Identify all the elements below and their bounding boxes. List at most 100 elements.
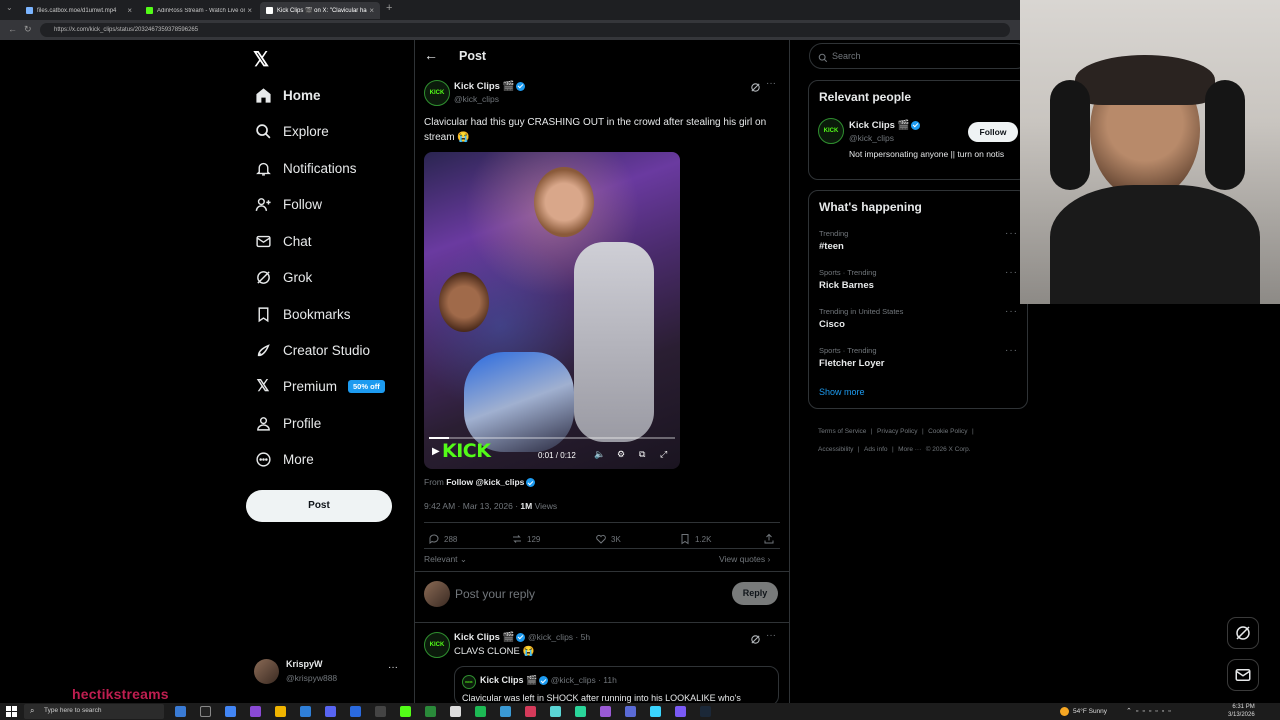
- person-handle[interactable]: @kick_clips: [849, 133, 894, 143]
- author-handle[interactable]: @kick_clips: [454, 94, 499, 104]
- bookmark-action[interactable]: 1.2K: [679, 533, 711, 545]
- play-icon[interactable]: ▶: [432, 446, 440, 457]
- trend-item[interactable]: Trending #teen: [819, 229, 1019, 252]
- author-avatar[interactable]: KICK: [424, 632, 450, 658]
- task-view-icon[interactable]: [175, 706, 186, 717]
- sidebar-item-profile[interactable]: Profile: [254, 408, 321, 438]
- app-icon[interactable]: [425, 706, 436, 717]
- footer-link[interactable]: Ads info: [864, 446, 888, 453]
- reload-icon[interactable]: ↻: [24, 24, 32, 35]
- chrome-icon[interactable]: [225, 706, 236, 717]
- grok-icon[interactable]: [750, 80, 762, 92]
- app-icon[interactable]: [600, 706, 611, 717]
- trend-more-icon[interactable]: ···: [1005, 267, 1018, 278]
- quoted-post[interactable]: KICK Kick Clips 🎬 @kick_clips · 11h Clav…: [454, 666, 779, 706]
- footer-link[interactable]: Privacy Policy: [877, 428, 917, 435]
- video-progress-track[interactable]: [429, 437, 675, 439]
- close-tab-icon[interactable]: ×: [127, 6, 132, 15]
- app-icon[interactable]: [200, 706, 211, 717]
- repost-action[interactable]: 129: [511, 533, 540, 545]
- grok-icon[interactable]: [750, 632, 762, 644]
- taskbar-search[interactable]: ⌕ Type here to search: [24, 704, 164, 719]
- app-icon[interactable]: [650, 706, 661, 717]
- reply-action[interactable]: 288: [428, 533, 457, 545]
- sort-replies-dropdown[interactable]: Relevant ⌄: [424, 554, 467, 565]
- sidebar-item-explore[interactable]: Explore: [254, 116, 329, 146]
- browser-tab-1[interactable]: files.catbox.moe/d1umwt.mp4 ×: [20, 2, 138, 19]
- footer-link[interactable]: Accessibility: [818, 446, 853, 453]
- sidebar-item-premium[interactable]: 𝕏 Premium 50% off: [254, 371, 385, 401]
- footer-link[interactable]: More ···: [898, 446, 921, 453]
- follow-button[interactable]: Follow: [968, 122, 1018, 142]
- sidebar-item-follow[interactable]: Follow: [254, 189, 322, 219]
- show-more-link[interactable]: Show more: [819, 387, 865, 397]
- reply-button[interactable]: Reply: [732, 582, 778, 605]
- footer-link[interactable]: Cookie Policy: [928, 428, 967, 435]
- sidebar-item-more[interactable]: More: [254, 444, 314, 474]
- trend-item[interactable]: Sports · Trending Rick Barnes: [819, 268, 1019, 291]
- system-tray-icons[interactable]: ⌃▫▫▫▫▫▫: [1126, 707, 1175, 715]
- trend-item[interactable]: Sports · Trending Fletcher Loyer: [819, 346, 1019, 369]
- like-action[interactable]: 3K: [595, 533, 621, 545]
- spotify-icon[interactable]: [475, 706, 486, 717]
- app-icon[interactable]: [575, 706, 586, 717]
- author-avatar[interactable]: KICK: [424, 80, 450, 106]
- close-tab-icon[interactable]: ×: [369, 6, 374, 15]
- back-arrow-icon[interactable]: ←: [424, 47, 438, 63]
- discord-icon[interactable]: [325, 706, 336, 717]
- browser-tab-2[interactable]: AdinRoss Stream - Watch Live on Kick ×: [140, 2, 258, 19]
- picture-in-picture-icon[interactable]: ⧉: [639, 449, 645, 460]
- trend-more-icon[interactable]: ···: [1005, 228, 1018, 239]
- author-name[interactable]: Kick Clips 🎬: [454, 632, 514, 643]
- fullscreen-icon[interactable]: ⤢: [660, 449, 667, 460]
- search-input[interactable]: Search: [809, 43, 1029, 69]
- post-more-icon[interactable]: ···: [766, 78, 776, 89]
- windows-start-icon[interactable]: [6, 706, 17, 717]
- post-timestamp[interactable]: 9:42 AM · Mar 13, 2026 ·: [424, 501, 520, 511]
- person-avatar[interactable]: KICK: [818, 118, 844, 144]
- app-icon[interactable]: [625, 706, 636, 717]
- app-icon[interactable]: [675, 706, 686, 717]
- url-field[interactable]: https://x.com/kick_clips/status/20324673…: [40, 23, 1010, 37]
- trend-item[interactable]: Trending in United States Cisco: [819, 307, 1019, 330]
- grok-floating-button[interactable]: [1227, 617, 1259, 649]
- kick-icon[interactable]: [400, 706, 411, 717]
- browser-tab-3[interactable]: Kick Clips 🎬 on X: "Clavicular had this …: [260, 2, 380, 19]
- footer-link[interactable]: Terms of Service: [818, 428, 866, 435]
- app-icon[interactable]: [350, 706, 361, 717]
- settings-icon[interactable]: ⚙: [617, 449, 625, 460]
- sidebar-item-creator-studio[interactable]: Creator Studio: [254, 335, 370, 365]
- person-name[interactable]: Kick Clips 🎬: [849, 120, 921, 131]
- edge-icon[interactable]: [300, 706, 311, 717]
- back-icon[interactable]: ←: [8, 24, 17, 34]
- sidebar-item-chat[interactable]: Chat: [254, 226, 312, 256]
- account-more-icon[interactable]: ···: [388, 662, 398, 673]
- view-quotes-link[interactable]: View quotes ›: [719, 554, 770, 564]
- app-icon[interactable]: [500, 706, 511, 717]
- author-handle[interactable]: @kick_clips · 5h: [528, 632, 590, 642]
- app-icon[interactable]: [550, 706, 561, 717]
- trend-more-icon[interactable]: ···: [1005, 345, 1018, 356]
- app-icon[interactable]: [450, 706, 461, 717]
- obs-icon[interactable]: [375, 706, 386, 717]
- x-logo-icon[interactable]: 𝕏: [253, 47, 269, 72]
- sidebar-item-home[interactable]: Home: [254, 80, 321, 110]
- weather-icon[interactable]: [1060, 707, 1069, 716]
- share-action[interactable]: [763, 533, 779, 545]
- reply-input[interactable]: Post your reply: [455, 587, 535, 601]
- video-player[interactable]: ▶ KICK 0:01 / 0:12 🔈 ⚙ ⧉ ⤢: [424, 152, 680, 469]
- steam-icon[interactable]: [700, 706, 711, 717]
- sidebar-item-notifications[interactable]: Notifications: [254, 153, 357, 183]
- post-more-icon[interactable]: ···: [766, 630, 776, 641]
- clock[interactable]: 6:31 PM 3/13/2026: [1228, 704, 1255, 719]
- app-icon[interactable]: [250, 706, 261, 717]
- file-explorer-icon[interactable]: [275, 706, 286, 717]
- weather-text[interactable]: 54°F Sunny: [1073, 708, 1107, 715]
- sidebar-post-button[interactable]: Post: [246, 490, 392, 522]
- author-name[interactable]: Kick Clips 🎬: [454, 81, 526, 92]
- trend-more-icon[interactable]: ···: [1005, 306, 1018, 317]
- new-tab-button[interactable]: +: [386, 2, 392, 14]
- tab-menu-icon[interactable]: ⌄: [6, 3, 13, 12]
- messages-floating-button[interactable]: [1227, 659, 1259, 691]
- sidebar-item-bookmarks[interactable]: Bookmarks: [254, 299, 351, 329]
